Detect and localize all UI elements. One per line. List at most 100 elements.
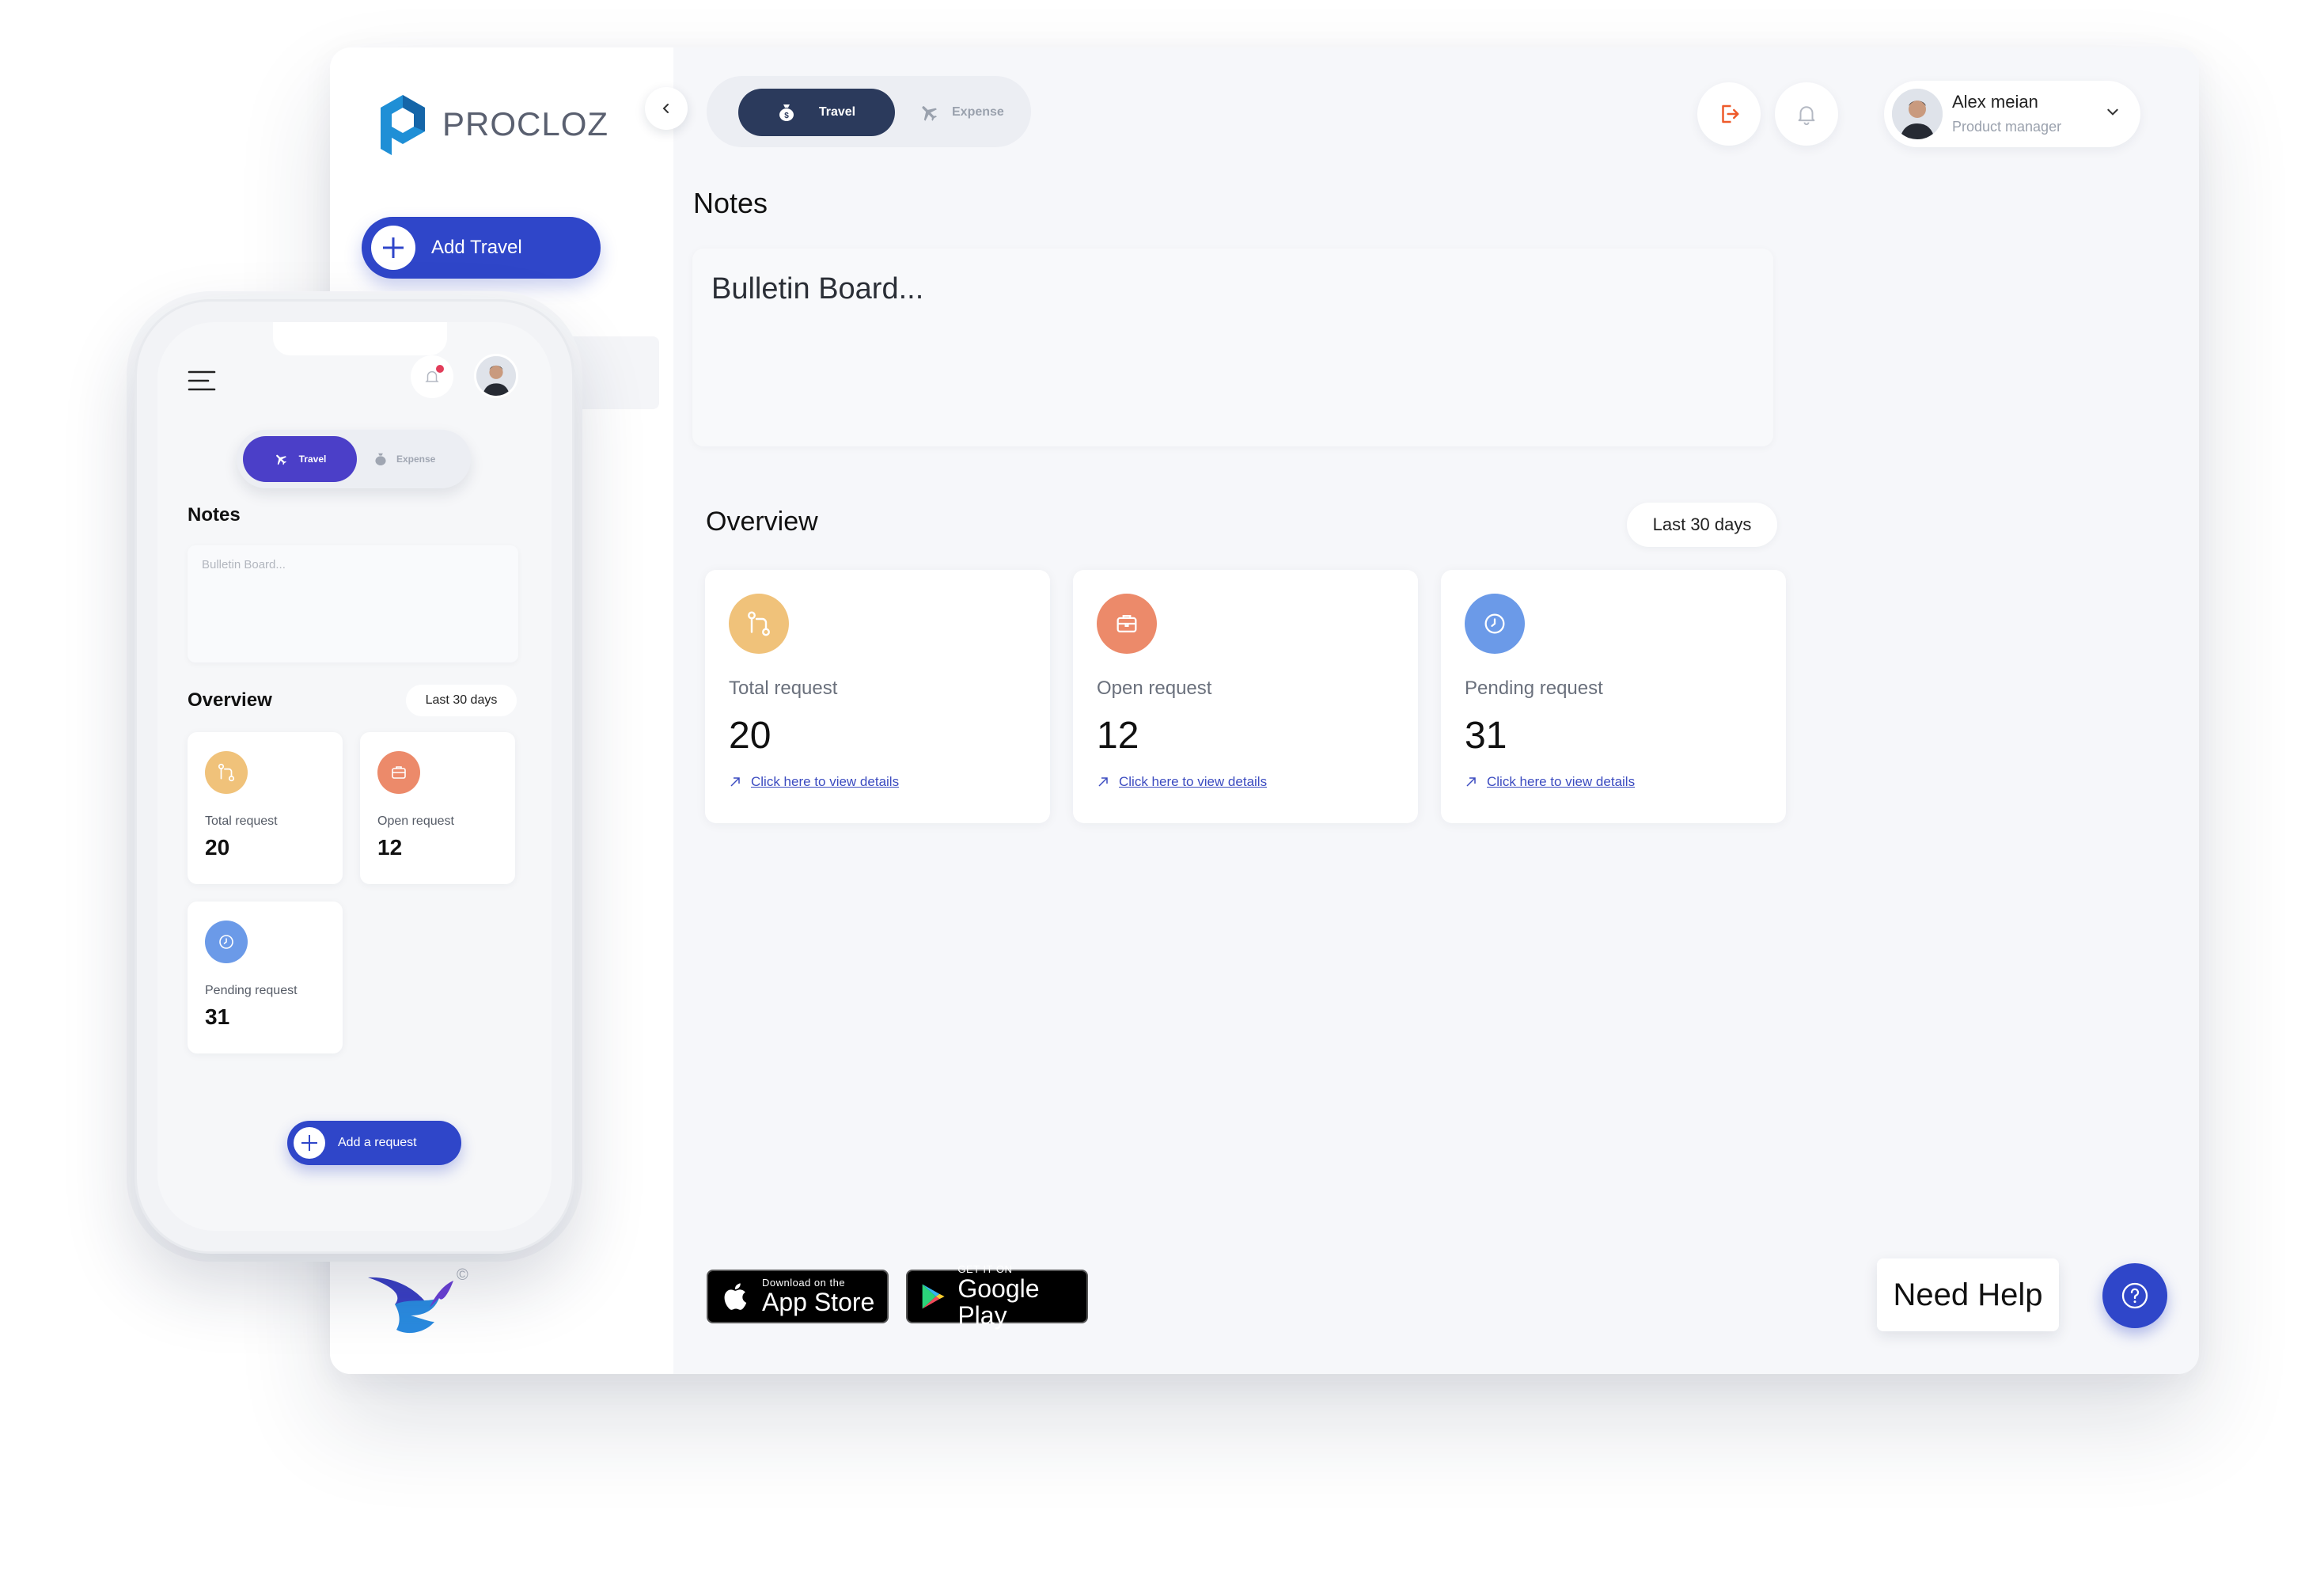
google-play-big: Google Play xyxy=(957,1274,1040,1330)
view-details-link[interactable]: Click here to view details xyxy=(729,774,899,790)
user-role: Product manager xyxy=(1952,119,2062,135)
bell-icon xyxy=(1798,106,1815,126)
stage: PROCLOZ Add Travel © $ Travel Expense Al… xyxy=(0,0,2324,1583)
mobile-stat-label: Open request xyxy=(377,814,454,828)
view-details-link[interactable]: Click here to view details xyxy=(1097,774,1267,790)
mobile-tab-travel-label: Travel xyxy=(298,454,327,465)
google-play-badge[interactable]: GET IT ON Google Play xyxy=(906,1264,1088,1329)
mobile-notes-title: Notes xyxy=(188,504,241,526)
add-travel-label: Add Travel xyxy=(431,237,522,258)
mobile-stat-value: 12 xyxy=(377,835,403,860)
bulletin-board-field[interactable]: Bulletin Board... xyxy=(692,249,1773,446)
mobile-date-range-selector[interactable]: Last 30 days xyxy=(406,685,517,716)
stat-label: Pending request xyxy=(1465,678,1603,699)
hamburger-icon xyxy=(188,370,216,391)
copyright-mark: © xyxy=(457,1266,468,1284)
briefcase-icon xyxy=(1117,614,1137,633)
mobile-avatar[interactable] xyxy=(474,354,518,398)
git-pull-icon xyxy=(748,611,770,636)
logout-icon xyxy=(1722,104,1739,123)
view-details-label: Click here to view details xyxy=(1119,774,1268,789)
logout-button[interactable] xyxy=(1697,82,1761,146)
collapse-sidebar-button[interactable] xyxy=(645,87,688,130)
google-play-small: GET IT ON xyxy=(957,1263,1013,1275)
mobile-overview-title: Overview xyxy=(188,689,272,711)
add-travel-button[interactable]: Add Travel xyxy=(362,217,601,279)
bulletin-board-placeholder: Bulletin Board... xyxy=(711,272,924,306)
chevron-left-icon xyxy=(662,104,669,113)
mobile-tab-travel[interactable]: Travel xyxy=(243,436,357,482)
arrow-up-right-icon xyxy=(1466,777,1476,787)
google-play-icon xyxy=(922,1284,945,1309)
overview-title: Overview xyxy=(706,507,818,537)
date-range-selector[interactable]: Last 30 days xyxy=(1627,503,1777,547)
user-menu[interactable]: Alex meian Product manager xyxy=(1884,81,2140,147)
mobile-stat-value: 31 xyxy=(205,1004,230,1029)
app-store-small: Download on the xyxy=(762,1277,846,1289)
brand-name: PROCLOZ xyxy=(442,105,609,142)
app-store-big: App Store xyxy=(762,1288,875,1316)
view-details-label: Click here to view details xyxy=(751,774,900,789)
help-button[interactable] xyxy=(2102,1263,2167,1328)
travel-expense-toggle: $ Travel Expense xyxy=(707,76,1031,147)
apple-icon xyxy=(724,1283,747,1310)
notifications-button[interactable] xyxy=(1775,82,1838,146)
mobile-tab-expense[interactable]: Expense xyxy=(374,436,435,482)
app-store-badge[interactable]: Download on the App Store xyxy=(707,1270,889,1323)
need-help-label[interactable]: Need Help xyxy=(1877,1258,2059,1331)
stat-card-open: Open request 12 Click here to view detai… xyxy=(1073,570,1418,823)
arrow-up-right-icon xyxy=(1098,777,1108,787)
mobile-stat-card-pending: Pending request 31 xyxy=(188,902,343,1053)
tab-travel[interactable]: $ Travel xyxy=(738,89,895,136)
stat-icon-total xyxy=(729,594,789,654)
app-store-text: Download on the App Store xyxy=(762,1277,875,1316)
bird-logo-icon xyxy=(368,1277,453,1334)
sidebar-item-active[interactable] xyxy=(567,336,659,409)
svg-text:$: $ xyxy=(784,112,789,120)
mobile-stat-label: Total request xyxy=(205,814,278,828)
stat-label: Total request xyxy=(729,678,838,699)
avatar xyxy=(1892,89,1943,139)
add-request-label: Add a request xyxy=(338,1136,417,1149)
question-circle-icon xyxy=(2121,1282,2148,1309)
brand-logo[interactable]: PROCLOZ xyxy=(374,90,608,158)
user-avatar-icon xyxy=(1892,89,1943,139)
mobile-tab-expense-label: Expense xyxy=(396,454,436,465)
clock-icon xyxy=(1484,613,1505,634)
tab-expense-label: Expense xyxy=(952,105,1004,119)
procloz-logo-icon xyxy=(381,95,425,155)
clock-icon xyxy=(219,935,233,949)
plus-icon xyxy=(294,1127,325,1159)
hamburger-menu-button[interactable] xyxy=(188,370,216,396)
mobile-stat-card-open: Open request 12 xyxy=(360,732,515,884)
stat-value: 31 xyxy=(1465,715,1507,757)
money-bag-icon xyxy=(375,453,386,465)
plus-icon xyxy=(371,226,415,270)
mobile-stat-icon-open xyxy=(377,751,420,794)
user-name: Alex meian xyxy=(1952,92,2038,112)
tab-travel-label: Travel xyxy=(818,105,856,119)
google-play-text: GET IT ON Google Play xyxy=(957,1263,1086,1330)
stat-label: Open request xyxy=(1097,678,1212,699)
notes-title: Notes xyxy=(693,187,768,219)
need-help-text: Need Help xyxy=(1893,1277,2043,1312)
stat-card-pending: Pending request 31 Click here to view de… xyxy=(1441,570,1786,823)
view-details-link[interactable]: Click here to view details xyxy=(1465,774,1635,790)
git-pull-icon xyxy=(218,763,235,782)
mobile-bulletin-board-placeholder: Bulletin Board... xyxy=(202,558,286,571)
main-content: $ Travel Expense Alex meian Product mana… xyxy=(673,47,2199,1374)
briefcase-icon xyxy=(392,766,406,779)
view-details-label: Click here to view details xyxy=(1487,774,1636,789)
stat-icon-open xyxy=(1097,594,1157,654)
desktop-window: PROCLOZ Add Travel © $ Travel Expense Al… xyxy=(330,47,2199,1374)
mobile-date-range-label: Last 30 days xyxy=(425,693,498,707)
mobile-bulletin-board-field[interactable]: Bulletin Board... xyxy=(188,545,518,662)
airplane-icon xyxy=(922,106,937,121)
tab-expense[interactable]: Expense xyxy=(919,89,1004,136)
bird-logo: © xyxy=(363,1266,468,1346)
mobile-screen: Travel Expense Notes Bulletin Board... O… xyxy=(157,322,552,1231)
add-request-button[interactable]: Add a request xyxy=(287,1121,461,1165)
phone-notch xyxy=(273,322,447,355)
airplane-icon xyxy=(275,454,286,465)
mobile-notifications-button[interactable] xyxy=(411,355,453,398)
